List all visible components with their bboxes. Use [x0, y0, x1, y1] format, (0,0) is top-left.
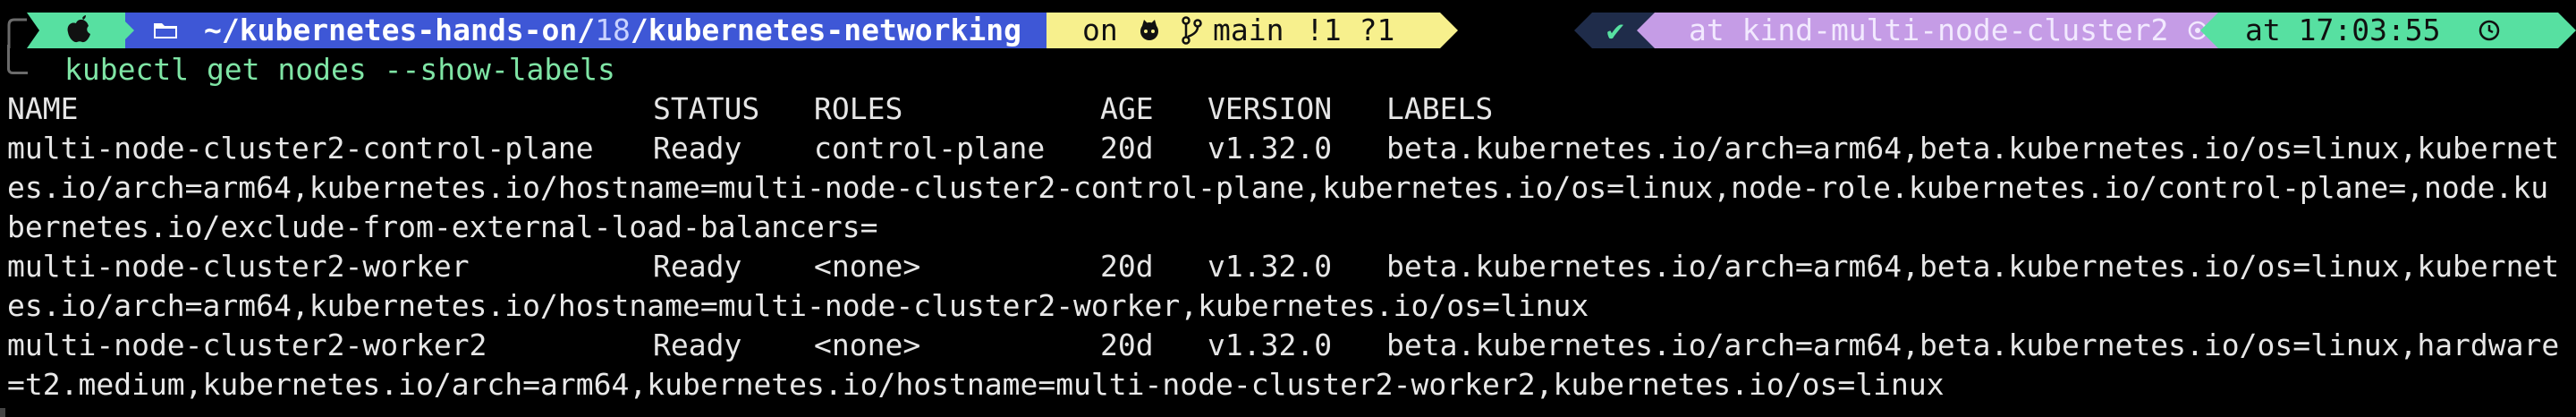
header-age: AGE	[1100, 91, 1154, 126]
command-output: NAME STATUS ROLES AGE VERSION LABELS mul…	[7, 89, 2571, 404]
segment-start-icon	[1574, 13, 1592, 48]
git-status: !1 ?1	[1306, 13, 1395, 47]
node-labels: beta.kubernetes.io/arch=arm64,beta.kuber…	[1386, 328, 2560, 362]
kube-context-segment: at kind-multi-node-cluster2	[1637, 13, 2218, 48]
git-branch-icon	[1182, 16, 1202, 45]
header-labels: LABELS	[1386, 91, 1494, 126]
time-segment: at 17:03:55	[2200, 13, 2576, 48]
git-on-label: on	[1082, 13, 1118, 47]
header-version: VERSION	[1208, 91, 1333, 126]
node-status: Ready	[653, 328, 742, 362]
path-suffix: /kubernetes-networking	[630, 13, 1021, 47]
node-version: v1.32.0	[1208, 249, 1333, 284]
git-branch-name: main	[1213, 13, 1284, 47]
node-labels-wrap: es.io/arch=arm64,kubernetes.io/hostname=…	[7, 170, 2549, 205]
table-row: multi-node-cluster2-worker Ready <none> …	[7, 247, 2571, 286]
command-text: kubectl get nodes --show-labels	[64, 52, 615, 87]
node-status: Ready	[653, 249, 742, 284]
prompt-corner-icon	[7, 45, 28, 74]
node-name: multi-node-cluster2-control-plane	[7, 131, 594, 166]
path-segment: ~/kubernetes-hands-on/18/kubernetes-netw…	[116, 13, 1064, 48]
github-icon	[1140, 20, 1158, 40]
table-header: NAME STATUS ROLES AGE VERSION LABELS	[7, 89, 2571, 129]
node-roles: control-plane	[814, 131, 1046, 166]
node-name: multi-node-cluster2-worker2	[7, 328, 487, 362]
segment-separator-icon	[116, 13, 134, 48]
node-labels: beta.kubernetes.io/arch=arm64,beta.kuber…	[1386, 249, 2560, 284]
node-labels: beta.kubernetes.io/arch=arm64,beta.kuber…	[1386, 131, 2560, 166]
node-version: v1.32.0	[1208, 328, 1333, 362]
segment-separator-icon	[2200, 13, 2218, 48]
clock-icon	[2479, 20, 2500, 41]
path-prefix: ~/kubernetes-hands-on/	[204, 13, 596, 47]
header-name: NAME	[7, 91, 79, 126]
node-name: multi-node-cluster2-worker	[7, 249, 470, 284]
exit-status-check: ✔	[1606, 13, 1624, 47]
prompt-start-corner-icon	[7, 18, 27, 48]
header-roles: ROLES	[814, 91, 903, 126]
node-age: 20d	[1100, 328, 1154, 362]
git-segment: on main !1 ?1	[1046, 13, 1458, 48]
prompt-bar: ~/kubernetes-hands-on/18/kubernetes-netw…	[0, 13, 2576, 48]
header-status: STATUS	[653, 91, 760, 126]
node-age: 20d	[1100, 131, 1154, 166]
segment-separator-icon	[1637, 13, 1655, 48]
kube-context: at kind-multi-node-cluster2	[1689, 13, 2169, 47]
path-number: 18	[595, 13, 631, 47]
prompt-time: at 17:03:55	[2245, 13, 2441, 47]
node-labels-wrap: es.io/arch=arm64,kubernetes.io/hostname=…	[7, 288, 1589, 323]
segment-end-icon	[2558, 13, 2576, 48]
segment-end-icon	[1440, 13, 1458, 48]
node-labels-wrap: bernetes.io/exclude-from-external-load-b…	[7, 209, 878, 244]
folder-icon	[154, 23, 177, 38]
table-row: multi-node-cluster2-control-plane Ready …	[7, 129, 2571, 168]
next-prompt-marker	[0, 408, 5, 417]
node-roles: <none>	[814, 249, 921, 284]
node-age: 20d	[1100, 249, 1154, 284]
node-labels-wrap: =t2.medium,kubernetes.io/arch=arm64,kube…	[7, 367, 1945, 402]
node-status: Ready	[653, 131, 742, 166]
terminal-window[interactable]: ~/kubernetes-hands-on/18/kubernetes-netw…	[0, 0, 2576, 417]
node-roles: <none>	[814, 328, 921, 362]
table-row: multi-node-cluster2-worker2 Ready <none>…	[7, 326, 2571, 365]
node-version: v1.32.0	[1208, 131, 1333, 166]
command-line: kubectl get nodes --show-labels	[0, 45, 615, 89]
